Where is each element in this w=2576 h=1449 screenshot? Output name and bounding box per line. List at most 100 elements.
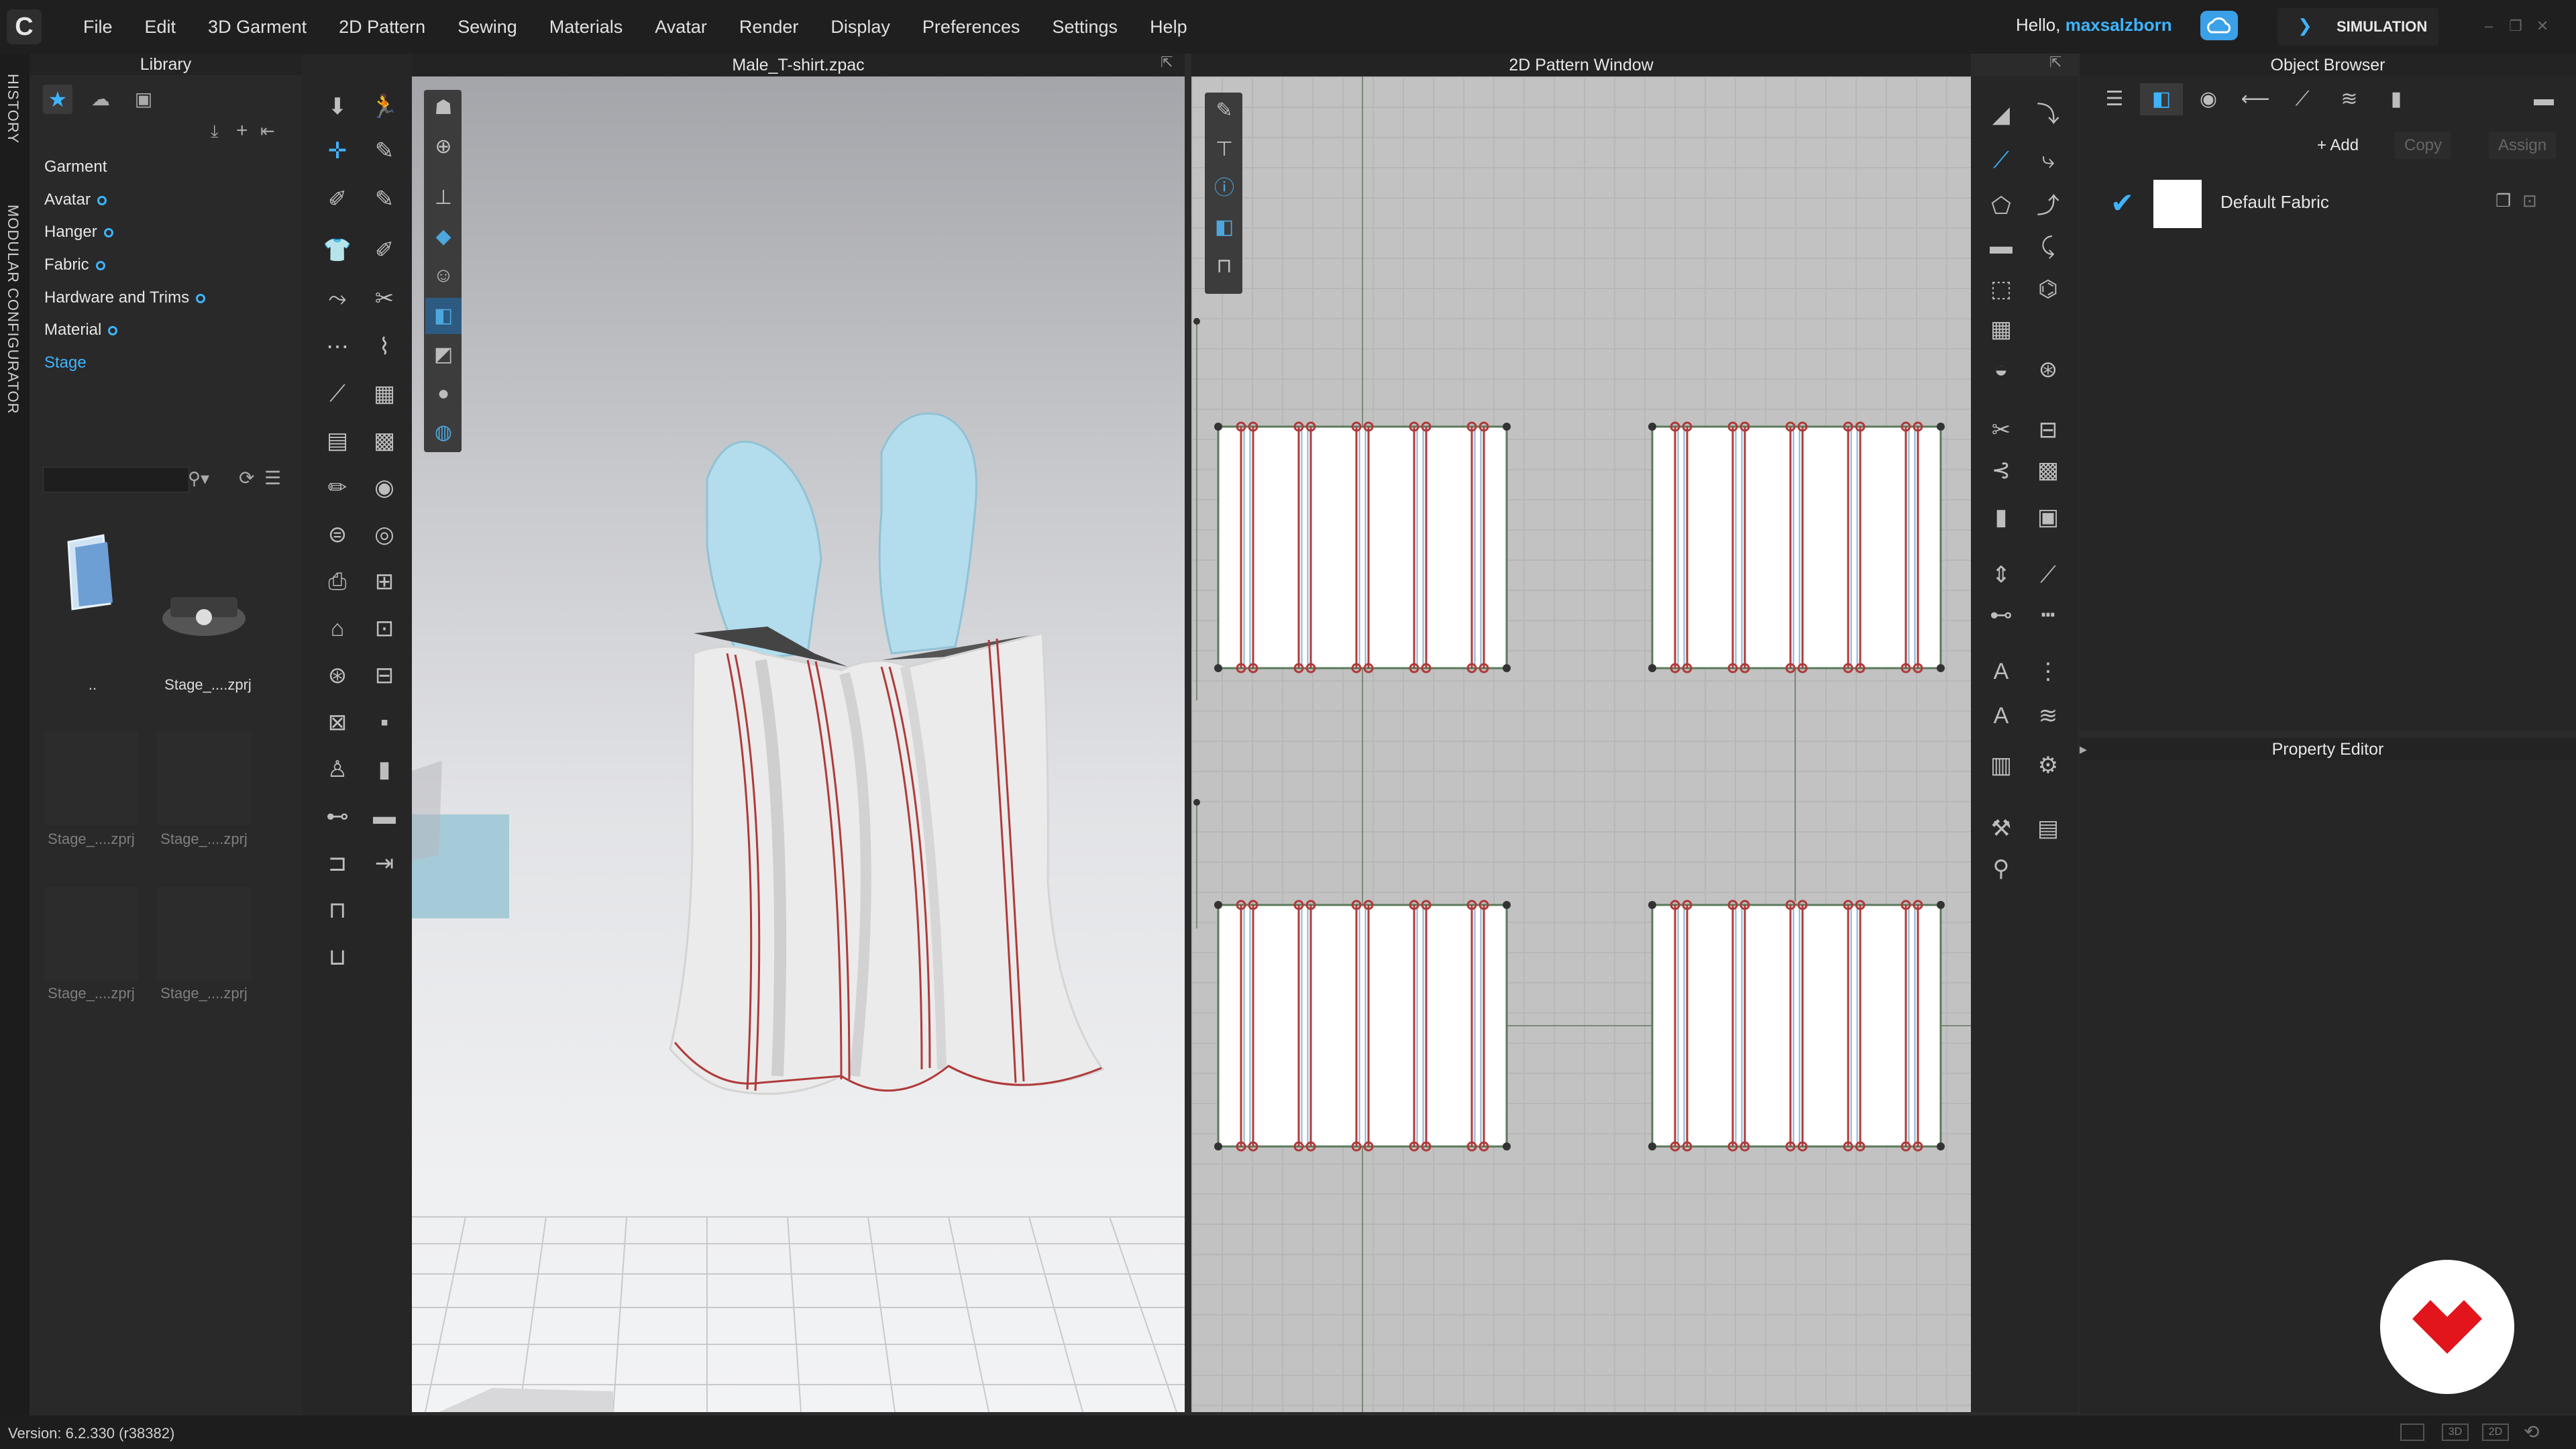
clo-set-icon[interactable]: ☁ xyxy=(86,85,115,114)
library-search-input[interactable] xyxy=(43,467,189,492)
hanger-icon[interactable]: ⚲ xyxy=(1983,851,2019,887)
menu-3d-garment[interactable]: 3D Garment xyxy=(192,17,323,38)
puckering-tab-icon[interactable]: ≋ xyxy=(2328,83,2371,115)
back-icon[interactable]: ⇤ xyxy=(260,121,280,141)
pattern-tab-icon[interactable]: ▮ xyxy=(2375,83,2418,115)
menu-preferences[interactable]: Preferences xyxy=(906,17,1036,38)
close-icon[interactable]: ✕ xyxy=(2532,17,2553,35)
fabric-2d-icon[interactable]: ◧ xyxy=(1206,209,1242,246)
stage-thumbnail[interactable] xyxy=(44,887,138,981)
notch-icon[interactable]: ⊰ xyxy=(1983,452,2019,488)
modular-configurator-tab[interactable]: MODULAR CONFIGURATOR xyxy=(4,205,21,415)
plus-icon[interactable]: + xyxy=(236,121,256,141)
elastic-icon[interactable]: ≋ xyxy=(2030,698,2066,734)
checker-pattern-icon[interactable]: ▩ xyxy=(2030,452,2066,488)
line-spacing-icon[interactable]: ⋮ xyxy=(2030,653,2066,690)
fabric-display-icon[interactable]: ◧ xyxy=(425,298,462,334)
grid-icon[interactable]: ▤ xyxy=(319,423,356,459)
minimize-icon[interactable]: – xyxy=(2479,17,2499,35)
trim-pattern-icon[interactable]: ⊟ xyxy=(2030,412,2066,448)
select-move-icon[interactable]: ⬇ xyxy=(319,89,356,125)
3d-viewport[interactable]: ☗ ⊕ ⊥ ◆ ☺ ◧ ◩ ● ◍ xyxy=(412,76,1185,1412)
topstitch-tab-icon[interactable]: ⟋ xyxy=(2281,83,2324,115)
list-view-icon[interactable]: ☰ xyxy=(2093,83,2136,115)
trim-icon[interactable]: ⌂ xyxy=(319,610,356,647)
add-button[interactable]: + Add xyxy=(2308,132,2368,159)
folder-up-thumbnail[interactable] xyxy=(43,523,137,617)
username-link[interactable]: maxsalzborn xyxy=(2065,15,2172,35)
strength-icon[interactable]: ⊟ xyxy=(366,657,402,694)
garment-display-icon[interactable]: ⊕ xyxy=(425,129,462,165)
ruler-pattern-icon[interactable]: ⊷ xyxy=(1983,597,2019,633)
edit-pattern-icon[interactable]: ⟋ xyxy=(1983,142,2019,178)
sew-icon[interactable]: ⌇ xyxy=(366,329,402,365)
menu-avatar[interactable]: Avatar xyxy=(639,17,723,38)
button-icon[interactable]: ◉ xyxy=(366,470,402,506)
pencil-icon[interactable]: ✏ xyxy=(319,470,356,506)
star-icon[interactable]: ★ xyxy=(43,85,72,114)
asset-icon[interactable]: ▣ xyxy=(129,85,158,114)
line-tab-icon[interactable]: ⟵ xyxy=(2234,83,2277,115)
single-view-icon[interactable] xyxy=(2400,1424,2424,1441)
library-item-hanger[interactable]: Hanger xyxy=(44,223,113,241)
thickness-icon[interactable]: ◩ xyxy=(425,337,462,373)
library-item-garment[interactable]: Garment xyxy=(44,158,107,176)
collar-icon[interactable]: ⊓ xyxy=(319,892,356,928)
fill-icon[interactable]: ▬ xyxy=(366,798,402,835)
2d-pattern-canvas[interactable]: ✎ ⊤ ⓘ ◧ ⊓ + xyxy=(1191,76,1971,1412)
restore-icon[interactable]: ❐ xyxy=(2506,17,2526,35)
menu-settings[interactable]: Settings xyxy=(1036,17,1134,38)
sewing-icon[interactable]: ⤵ xyxy=(2030,97,2066,133)
segment-sewing-icon[interactable]: ⤷ xyxy=(2030,142,2066,178)
line-icon[interactable]: ⟋ xyxy=(319,376,356,412)
check-icon[interactable]: ✔ xyxy=(2110,186,2134,219)
internal-rectangle-icon[interactable]: ▦ xyxy=(1983,311,2019,347)
measure-icon[interactable]: ⋯ xyxy=(319,329,356,365)
avatar-head-icon[interactable]: ● xyxy=(425,376,462,412)
refresh-icon[interactable]: ⟳ xyxy=(239,467,254,489)
fabric-list-item[interactable]: ✔ Default Fabric ❐ ⊡ xyxy=(2086,173,2576,233)
reset-view-icon[interactable]: ⟲ xyxy=(2524,1421,2548,1444)
grading-icon[interactable]: ▥ xyxy=(1983,747,2019,784)
lock-icon[interactable]: ⊡ xyxy=(366,610,402,647)
menu-render[interactable]: Render xyxy=(723,17,815,38)
transform-pattern-icon[interactable]: ◢ xyxy=(1983,97,2019,133)
expand-icon[interactable]: ⇱ xyxy=(2049,54,2070,74)
list-icon[interactable]: ☰ xyxy=(264,467,281,489)
fabric-tab-icon[interactable]: ◧ xyxy=(2140,83,2183,115)
trim-tab-icon[interactable]: ▬ xyxy=(2522,83,2565,115)
zipper-icon[interactable]: ⊜ xyxy=(319,517,356,553)
shirt-display-icon[interactable]: ⊥ xyxy=(425,180,462,216)
fold-pattern-icon[interactable]: ▮ xyxy=(1983,499,2019,535)
history-tab[interactable]: HISTORY xyxy=(4,74,21,144)
brush-icon[interactable]: ✎ xyxy=(366,181,402,217)
menu-display[interactable]: Display xyxy=(814,17,906,38)
menu-file[interactable]: File xyxy=(67,17,129,38)
dash-line-icon[interactable]: ┅ xyxy=(2030,597,2066,633)
sewing-edit-icon[interactable]: ⤹ xyxy=(2030,228,2066,264)
search-icon[interactable]: ⚲▾ xyxy=(188,468,209,489)
shirt-fold-icon[interactable]: ⊛ xyxy=(319,657,356,694)
library-item-stage[interactable]: Stage xyxy=(44,354,87,372)
library-item-material[interactable]: Material xyxy=(44,321,118,339)
menu-help[interactable]: Help xyxy=(1134,17,1203,38)
stage-thumbnail[interactable] xyxy=(157,731,251,825)
stage-thumbnail[interactable] xyxy=(44,731,138,825)
library-item-fabric[interactable]: Fabric xyxy=(44,256,105,274)
compress-icon[interactable]: ⇥ xyxy=(366,845,402,881)
jacket-icon[interactable]: ⊠ xyxy=(319,704,356,741)
menu-2d-pattern[interactable]: 2D Pattern xyxy=(323,17,441,38)
internal-polygon-icon[interactable]: ⬚ xyxy=(1983,271,2019,307)
free-sewing-icon[interactable]: ⤴ xyxy=(2030,188,2066,224)
edit-icon[interactable]: ✐ xyxy=(366,232,402,268)
dart-icon[interactable]: ◒ xyxy=(1983,352,2019,388)
download-icon[interactable]: ⤓ xyxy=(211,121,231,141)
app-logo-icon[interactable]: C xyxy=(7,9,42,44)
panel-icon[interactable]: ▮ xyxy=(366,751,402,788)
shirt-front-icon[interactable]: ♙ xyxy=(319,751,356,788)
menu-sewing[interactable]: Sewing xyxy=(441,17,533,38)
2d-view-button[interactable]: 2D xyxy=(2482,1424,2509,1441)
cut-icon[interactable]: ✂ xyxy=(366,280,402,317)
fold-icon[interactable]: ⊞ xyxy=(366,564,402,600)
cloud-icon[interactable] xyxy=(2200,11,2238,40)
